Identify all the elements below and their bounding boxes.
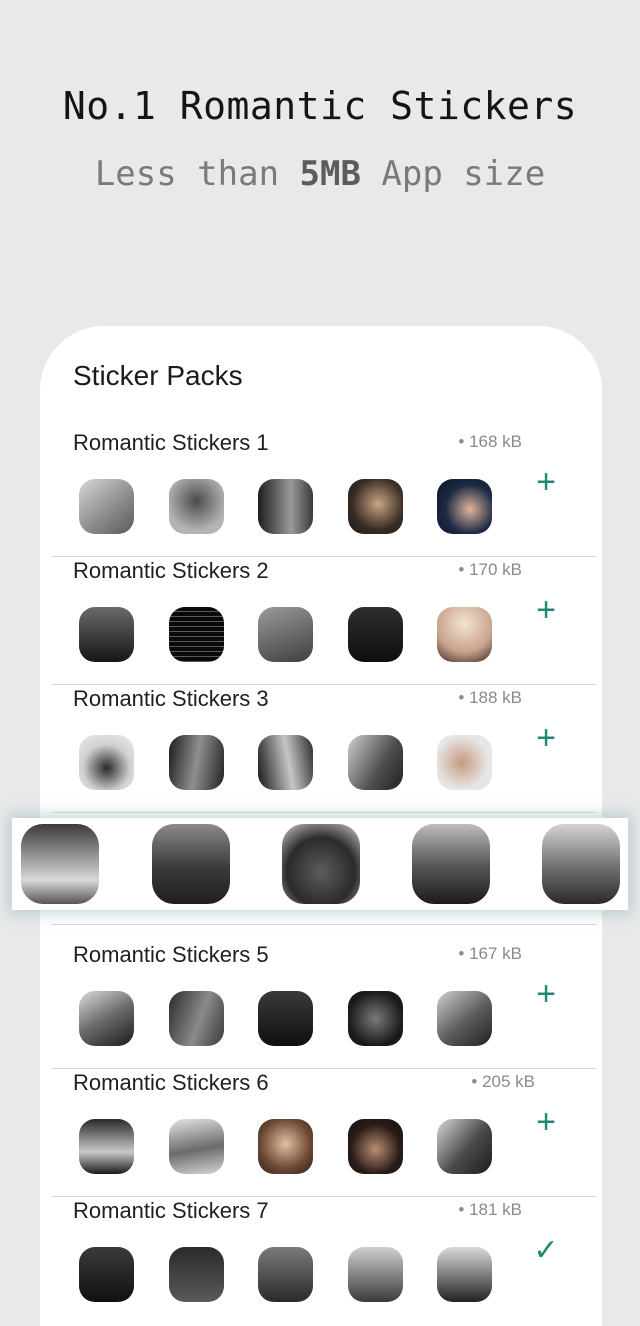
sticker-thumbnail bbox=[169, 991, 224, 1046]
sticker-thumbnail bbox=[169, 1119, 224, 1174]
add-pack-button[interactable]: + bbox=[526, 974, 566, 1014]
sticker-thumbnail bbox=[169, 1247, 224, 1302]
sticker-preview bbox=[21, 824, 99, 904]
added-check-icon[interactable]: ✓ bbox=[526, 1230, 566, 1270]
pack-size: • 205 kB bbox=[471, 1072, 535, 1091]
sticker-preview bbox=[412, 824, 490, 904]
sticker-thumbnail bbox=[258, 1247, 313, 1302]
sticker-thumbnail bbox=[79, 1119, 134, 1174]
sticker-thumbnail bbox=[79, 991, 134, 1046]
subline-suffix: App size bbox=[360, 154, 546, 194]
sticker-thumbnail bbox=[258, 479, 313, 534]
pack-name: Romantic Stickers 3 bbox=[73, 686, 269, 711]
subline-size-highlight: 5MB bbox=[299, 154, 361, 194]
sticker-thumbnail bbox=[437, 1119, 492, 1174]
card-title: Sticker Packs bbox=[73, 360, 243, 391]
sticker-thumbnail bbox=[348, 1119, 403, 1174]
sticker-thumbnail bbox=[437, 607, 492, 662]
pack-size: • 170 kB bbox=[458, 560, 522, 579]
add-pack-button[interactable]: + bbox=[526, 462, 566, 502]
sticker-thumbnail bbox=[258, 607, 313, 662]
sticker-thumbnail bbox=[437, 735, 492, 790]
sticker-thumbnail bbox=[348, 991, 403, 1046]
sticker-thumbnail bbox=[79, 479, 134, 534]
sticker-pack-row[interactable]: Romantic Stickers 3 • 188 kB + bbox=[52, 684, 596, 813]
sticker-thumbnail bbox=[79, 735, 134, 790]
pack-name: Romantic Stickers 2 bbox=[73, 558, 269, 583]
add-pack-button[interactable]: + bbox=[526, 718, 566, 758]
sticker-preview bbox=[152, 824, 230, 904]
sticker-pack-row[interactable]: Romantic Stickers 2 • 170 kB + bbox=[52, 556, 596, 685]
pack-size: • 188 kB bbox=[458, 688, 522, 707]
sticker-thumbnail bbox=[348, 735, 403, 790]
sticker-thumbnail bbox=[437, 991, 492, 1046]
sticker-thumbnail bbox=[348, 479, 403, 534]
promo-subline: Less than 5MB App size bbox=[0, 154, 640, 194]
enlarged-sticker-preview-strip bbox=[12, 818, 628, 910]
pack-size: • 181 kB bbox=[458, 1200, 522, 1219]
pack-size: • 167 kB bbox=[458, 944, 522, 963]
add-pack-button[interactable]: + bbox=[526, 590, 566, 630]
sticker-preview bbox=[282, 824, 360, 904]
sticker-thumbnail bbox=[79, 607, 134, 662]
sticker-pack-row[interactable]: Romantic Stickers 1 • 168 kB + bbox=[52, 428, 596, 557]
sticker-pack-row[interactable]: Romantic Stickers 7 • 181 kB ✓ bbox=[52, 1196, 596, 1302]
subline-prefix: Less than bbox=[94, 154, 300, 194]
pack-size: • 168 kB bbox=[458, 432, 522, 451]
sticker-thumbnail bbox=[348, 1247, 403, 1302]
pack-name: Romantic Stickers 6 bbox=[73, 1070, 269, 1095]
sticker-thumbnail bbox=[258, 1119, 313, 1174]
sticker-thumbnail bbox=[79, 1247, 134, 1302]
promo-headline: No.1 Romantic Stickers bbox=[62, 84, 578, 128]
sticker-thumbnail bbox=[258, 735, 313, 790]
sticker-thumbnail bbox=[258, 991, 313, 1046]
pack-name: Romantic Stickers 1 bbox=[73, 430, 269, 455]
sticker-thumbnail bbox=[437, 479, 492, 534]
pack-name: Romantic Stickers 7 bbox=[73, 1198, 269, 1223]
sticker-pack-row[interactable]: Romantic Stickers 5 • 167 kB + bbox=[52, 940, 596, 1069]
sticker-thumbnail bbox=[169, 735, 224, 790]
sticker-thumbnail bbox=[169, 607, 224, 662]
add-pack-button[interactable]: + bbox=[526, 1102, 566, 1142]
sticker-preview bbox=[542, 824, 620, 904]
pack-name: Romantic Stickers 5 bbox=[73, 942, 269, 967]
sticker-thumbnail bbox=[348, 607, 403, 662]
sticker-pack-row[interactable]: Romantic Stickers 6 • 205 kB + bbox=[52, 1068, 596, 1197]
sticker-thumbnail bbox=[169, 479, 224, 534]
sticker-thumbnail bbox=[437, 1247, 492, 1302]
